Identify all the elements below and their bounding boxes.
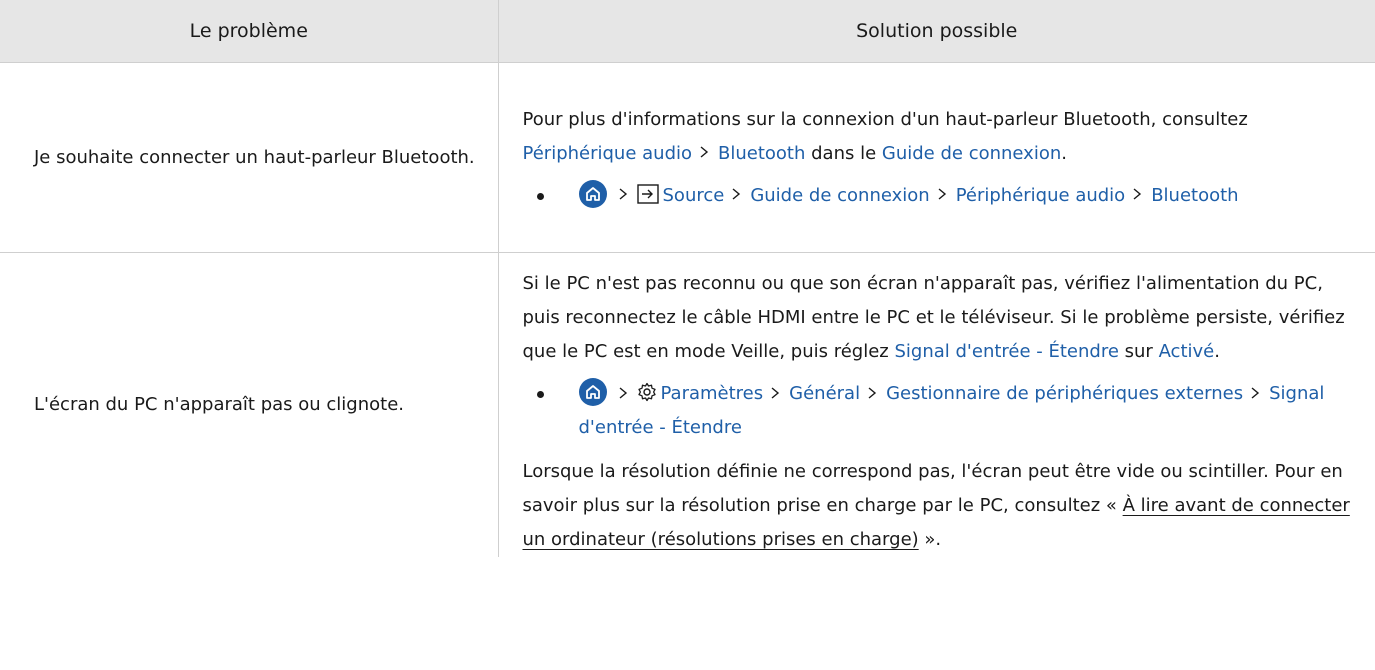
chevron-right-icon — [617, 386, 629, 399]
solution-outro: Lorsque la résolution définie ne corresp… — [522, 461, 1350, 550]
link-input-signal-plus[interactable]: Signal d'entrée - Étendre — [894, 341, 1118, 362]
menu-path: Paramètres Général Gestionnaire de périphé… — [523, 377, 1358, 445]
bullet-icon — [536, 192, 544, 200]
chevron-right-icon — [698, 146, 710, 158]
chevron-right-icon — [617, 188, 629, 200]
problem-cell: L'écran du PC n'apparaît pas ou clignote… — [0, 252, 498, 557]
chevron-right-icon — [1249, 386, 1261, 399]
menu-audio-device[interactable]: Périphérique audio — [956, 185, 1126, 206]
menu-bluetooth[interactable]: Bluetooth — [1151, 185, 1238, 206]
home-icon[interactable] — [578, 179, 607, 208]
table-row: L'écran du PC n'apparaît pas ou clignote… — [0, 252, 1375, 557]
menu-connection-guide[interactable]: Guide de connexion — [750, 185, 929, 206]
menu-source[interactable]: Source — [663, 185, 725, 206]
menu-external-device-manager[interactable]: Gestionnaire de périphériques externes — [886, 383, 1243, 404]
link-enabled[interactable]: Activé — [1159, 341, 1215, 362]
table-header-row: Le problème Solution possible — [0, 0, 1375, 63]
chevron-right-icon — [866, 386, 878, 399]
bullet-icon — [536, 391, 544, 398]
source-input-icon — [636, 183, 659, 204]
link-connection-guide[interactable]: Guide de connexion — [882, 143, 1061, 164]
chevron-right-icon — [769, 386, 781, 399]
solution-cell: Si le PC n'est pas reconnu ou que son éc… — [497, 252, 1375, 557]
header-problem: Le problème — [0, 0, 498, 63]
chevron-right-icon — [730, 188, 742, 200]
link-bluetooth[interactable]: Bluetooth — [718, 143, 805, 164]
header-solution: Solution possible — [497, 0, 1375, 63]
solution-cell: Pour plus d'informations sur la connexio… — [497, 62, 1375, 253]
problem-cell: Je souhaite connecter un haut-parleur Bl… — [0, 62, 498, 253]
link-audio-device[interactable]: Périphérique audio — [523, 143, 693, 164]
home-icon[interactable] — [578, 378, 607, 406]
menu-settings[interactable]: Paramètres — [661, 383, 764, 404]
menu-path: Source Guide de connexion Périphérique aud… — [523, 179, 1358, 213]
menu-path-item: Source Guide de connexion Périphérique aud… — [523, 179, 1358, 213]
table-row: Je souhaite connecter un haut-parleur Bl… — [0, 62, 1375, 253]
solution-intro: Pour plus d'informations sur la connexio… — [522, 108, 1248, 164]
solution-intro: Si le PC n'est pas reconnu ou que son éc… — [522, 273, 1345, 362]
menu-path-item: Paramètres Général Gestionnaire de périphé… — [523, 377, 1358, 445]
menu-general[interactable]: Général — [789, 383, 860, 404]
gear-icon — [637, 382, 657, 402]
chevron-right-icon — [936, 188, 948, 200]
troubleshooting-table: Le problème Solution possible Je souhait… — [0, 0, 1375, 557]
chevron-right-icon — [1131, 188, 1143, 200]
